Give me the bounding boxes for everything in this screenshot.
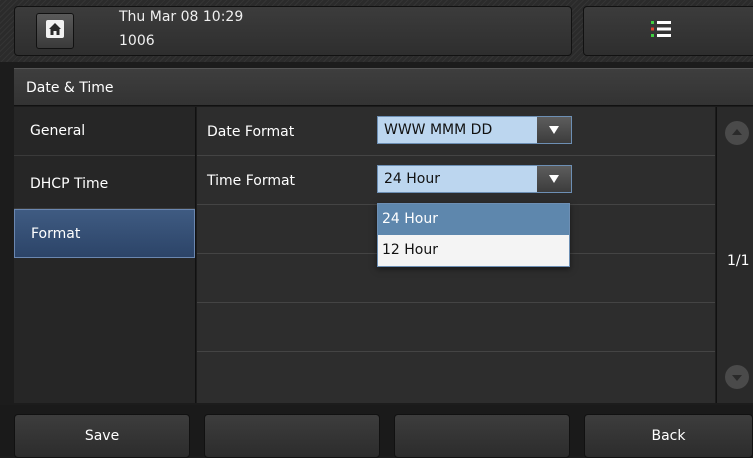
time-format-dropdown: 24 Hour 12 Hour <box>377 203 570 267</box>
time-format-value: 24 Hour <box>384 171 440 187</box>
softkey-bar: Save Back <box>0 405 753 458</box>
dropdown-option-12-hour[interactable]: 12 Hour <box>378 235 569 266</box>
dropdown-arrow-icon <box>537 117 571 143</box>
page-title-bar: Date & Time <box>14 68 753 106</box>
sidebar-item-label: Format <box>31 226 81 242</box>
status-bar: Thu Mar 08 10:29 1006 <box>0 0 753 62</box>
scroll-up-icon <box>731 124 743 143</box>
date-format-value: WWW MMM DD <box>384 122 493 138</box>
home-button[interactable] <box>36 13 74 49</box>
time-format-label: Time Format <box>207 173 296 189</box>
sidebar-item-dhcp-time[interactable]: DHCP Time <box>14 160 195 209</box>
time-format-row: Time Format 24 Hour <box>197 156 715 205</box>
sidebar: General DHCP Time Format <box>14 107 196 403</box>
scroll-down-icon <box>731 368 743 387</box>
page-indicator: 1/1 <box>727 253 750 269</box>
save-button-label: Save <box>84 428 120 444</box>
date-format-label: Date Format <box>207 124 295 140</box>
page-scroller: 1/1 <box>716 107 753 403</box>
page-title: Date & Time <box>26 80 114 96</box>
save-button[interactable]: Save <box>14 414 190 458</box>
dropdown-option-label: 12 Hour <box>382 242 438 258</box>
home-icon <box>45 19 65 43</box>
back-button-label: Back <box>651 428 686 444</box>
dropdown-arrow-icon <box>537 166 571 192</box>
scroll-up-button[interactable] <box>725 121 749 145</box>
time-format-select[interactable]: 24 Hour <box>377 165 572 193</box>
scroll-down-button[interactable] <box>725 365 749 389</box>
sidebar-item-format[interactable]: Format <box>14 209 195 258</box>
softkey-3-button[interactable] <box>394 414 570 458</box>
status-extension: 1006 <box>119 33 155 49</box>
back-button[interactable]: Back <box>584 414 753 458</box>
date-format-select[interactable]: WWW MMM DD <box>377 116 572 144</box>
date-format-row: Date Format WWW MMM DD <box>197 107 715 156</box>
sidebar-item-general[interactable]: General <box>14 107 195 156</box>
dropdown-option-label: 24 Hour <box>382 211 438 227</box>
empty-row <box>197 303 715 352</box>
empty-row <box>197 352 715 401</box>
sidebar-item-label: DHCP Time <box>30 176 109 192</box>
menu-button[interactable] <box>583 6 753 56</box>
status-panel: Thu Mar 08 10:29 1006 <box>14 6 572 56</box>
dropdown-option-24-hour[interactable]: 24 Hour <box>378 204 569 235</box>
softkey-2-button[interactable] <box>204 414 380 458</box>
sidebar-item-label: General <box>30 123 86 139</box>
status-datetime: Thu Mar 08 10:29 <box>119 9 244 25</box>
menu-list-icon <box>650 21 672 43</box>
